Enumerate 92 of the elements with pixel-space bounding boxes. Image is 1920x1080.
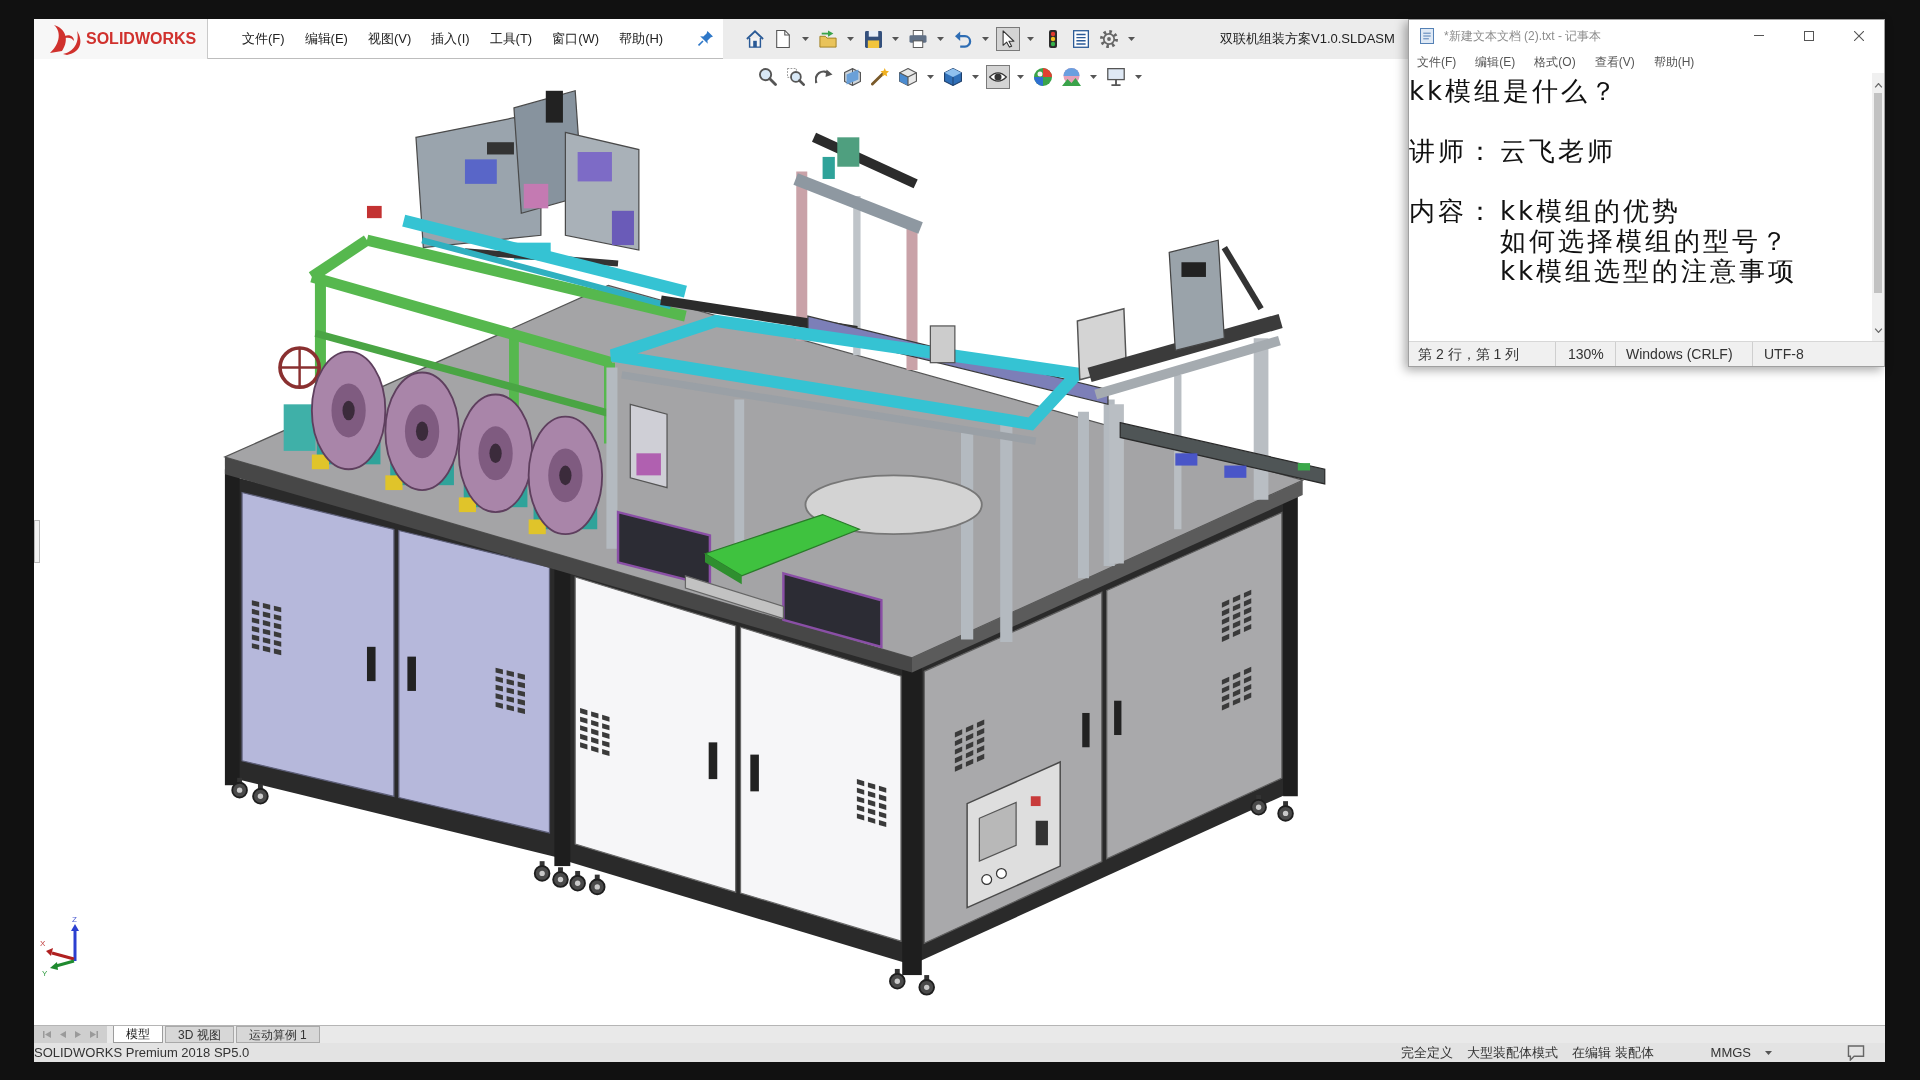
axis-triad-icon — [46, 924, 79, 970]
caret-icon[interactable] — [937, 37, 944, 41]
magnifier-icon — [759, 68, 777, 86]
field-label: 内容： — [1409, 196, 1497, 226]
undo-icon — [954, 30, 972, 48]
status-text: 第 2 行，第 1 列 — [1418, 344, 1520, 364]
caret-icon[interactable] — [982, 37, 989, 41]
caret-icon — [1765, 1050, 1772, 1055]
caret-icon[interactable] — [1090, 75, 1097, 79]
text-line: kk模组是什么？ — [1409, 76, 1620, 106]
magnifier-icon — [787, 68, 805, 86]
menu-item[interactable]: 工具(T) — [489, 32, 533, 45]
product-version: SOLIDWORKS Premium 2018 SP5.0 — [34, 1043, 250, 1062]
toolbar-button[interactable] — [1104, 65, 1128, 89]
caret-icon[interactable] — [802, 37, 809, 41]
chevron-down-icon[interactable] — [1873, 328, 1883, 333]
close-icon — [1854, 30, 1864, 41]
sphere-icon — [1034, 68, 1052, 86]
menu-item[interactable]: 文件(F) — [1417, 56, 1457, 68]
scrollbar-thumb[interactable] — [1874, 93, 1882, 293]
caret-icon[interactable] — [1135, 75, 1142, 79]
caret-icon[interactable] — [1027, 37, 1034, 41]
cube-icon — [899, 68, 917, 86]
panel-handle[interactable] — [34, 520, 40, 563]
settings-icon — [1100, 30, 1118, 48]
notepad-icon — [1420, 27, 1434, 44]
menu-item[interactable]: 编辑(E) — [304, 32, 348, 45]
status-text: Windows (CRLF) — [1626, 344, 1733, 364]
status-text: 大型装配体模式 — [1466, 1043, 1558, 1062]
document-title: 双联机组装方案V1.0.SLDASM — [1220, 30, 1395, 49]
eye-icon — [989, 72, 1007, 82]
curved-arrow-icon — [815, 69, 833, 85]
toolbar-button[interactable] — [896, 65, 920, 89]
tab[interactable]: 模型 — [113, 1026, 163, 1043]
units-button[interactable]: MMGS — [1710, 1042, 1772, 1063]
monitor-icon — [1107, 68, 1125, 86]
logo-icon — [49, 23, 83, 55]
toolbar-button[interactable] — [941, 65, 965, 89]
document-icon — [776, 30, 790, 48]
caret-icon[interactable] — [1128, 37, 1135, 41]
status-text: UTF-8 — [1764, 344, 1804, 364]
text-line: kk模组选型的注意事项 — [1500, 256, 1798, 286]
status-text: 130% — [1568, 344, 1604, 364]
pin-icon[interactable] — [698, 31, 714, 46]
sphere-landscape-icon — [1061, 68, 1081, 86]
menu-item[interactable]: 帮助(H) — [1653, 56, 1695, 68]
caret-icon[interactable] — [972, 75, 979, 79]
menu-item[interactable]: 窗口(W) — [552, 32, 600, 45]
menu-item[interactable]: 视图(V) — [367, 32, 412, 45]
save-icon — [864, 30, 882, 48]
printer-icon — [909, 30, 927, 48]
menu-item[interactable]: 插入(I) — [431, 32, 470, 45]
text-line: 如何选择模组的型号？ — [1500, 226, 1790, 256]
menu-item[interactable]: 编辑(E) — [1475, 56, 1516, 68]
menu-item[interactable]: 查看(V) — [1594, 56, 1635, 68]
axis-label: X — [40, 939, 46, 948]
toolbar-button[interactable] — [756, 65, 780, 89]
toolbar-button[interactable] — [906, 27, 930, 51]
toolbar-button[interactable] — [986, 65, 1010, 89]
menu-item[interactable]: 帮助(H) — [619, 32, 664, 45]
tab[interactable]: 运动算例 1 — [235, 1026, 320, 1043]
scrollbar[interactable] — [1872, 73, 1884, 341]
axis-label: Y — [42, 969, 48, 977]
shaded-cube-icon — [944, 68, 962, 86]
list-icon — [1073, 30, 1089, 48]
maximize-icon — [1804, 30, 1814, 41]
text-line: kk模组的优势 — [1500, 196, 1682, 226]
open-folder-icon — [819, 30, 837, 48]
text-line: 云飞老师 — [1500, 136, 1616, 166]
caret-icon[interactable] — [927, 75, 934, 79]
caret-icon[interactable] — [847, 37, 854, 41]
window-title: *新建文本文档 (2).txt - 记事本 — [1444, 27, 1602, 45]
caret-icon[interactable] — [1017, 75, 1024, 79]
minimize-icon — [1754, 35, 1764, 36]
axis-label: Z — [72, 915, 77, 924]
speech-bubble-icon[interactable] — [1847, 1044, 1865, 1061]
tab[interactable]: 3D 视图 — [165, 1026, 234, 1043]
traffic-light-icon — [1049, 30, 1057, 48]
status-text: 在编辑 装配体 — [1571, 1043, 1654, 1062]
status-text: 完全定义 — [1400, 1043, 1453, 1062]
menu-item[interactable]: 文件(F) — [242, 32, 285, 45]
logo-text: SOLIDWORKS — [86, 29, 197, 49]
chevron-up-icon[interactable] — [1873, 83, 1883, 88]
caret-icon[interactable] — [892, 37, 899, 41]
home-icon — [746, 30, 764, 48]
pointer-icon — [1001, 30, 1015, 48]
wand-icon — [871, 68, 889, 86]
section-cube-icon — [843, 68, 861, 86]
toolbar-button[interactable] — [784, 65, 808, 89]
menu-item[interactable]: 格式(O) — [1534, 56, 1576, 68]
toolbar-button[interactable] — [996, 27, 1020, 51]
field-label: 讲师： — [1409, 136, 1497, 166]
